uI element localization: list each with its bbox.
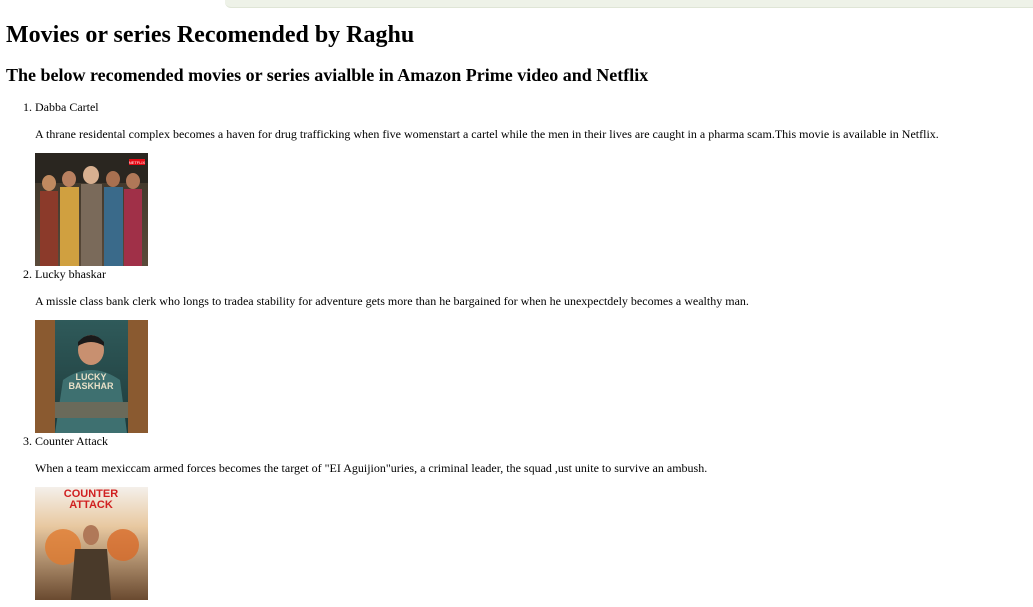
- page-subtitle: The below recomended movies or series av…: [6, 65, 649, 85]
- poster-title-line2: BASKHAR: [69, 381, 115, 391]
- movie-poster-image: COUNTER ATTACK: [35, 487, 148, 600]
- page-title: Movies or series Recomended by Raghu: [6, 22, 415, 48]
- list-item: Counter Attack When a team mexiccam arme…: [35, 433, 1025, 600]
- movie-description: When a team mexiccam armed forces become…: [35, 461, 708, 475]
- movie-title: Lucky bhaskar: [35, 267, 106, 281]
- poster-title-line2: ATTACK: [69, 499, 113, 511]
- movie-description: A missle class bank clerk who longs to t…: [35, 294, 749, 308]
- movie-description: A thrane residental complex becomes a ha…: [35, 127, 939, 141]
- browser-toolbar-edge: [225, 0, 1033, 8]
- movie-list: Dabba Cartel A thrane residental complex…: [6, 99, 1025, 600]
- page-content: Movies or series Recomended by Raghu The…: [6, 19, 1026, 600]
- movie-poster-image: LUCKY BASKHAR: [35, 320, 148, 433]
- list-item: Lucky bhaskar A missle class bank clerk …: [35, 266, 1025, 433]
- movie-title: Dabba Cartel: [35, 100, 99, 114]
- browser-top-strip: [0, 0, 1033, 14]
- movie-title: Counter Attack: [35, 434, 108, 448]
- movie-poster-image: NETFLIX: [35, 153, 148, 266]
- list-item: Dabba Cartel A thrane residental complex…: [35, 99, 1025, 266]
- poster-netflix-logo: NETFLIX: [129, 160, 146, 165]
